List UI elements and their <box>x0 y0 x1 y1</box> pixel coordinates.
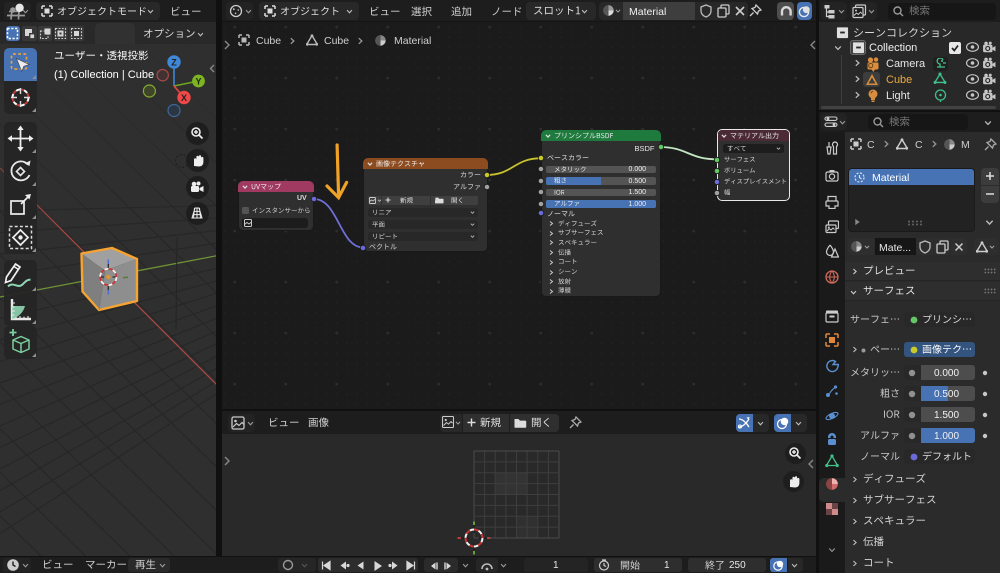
svg-text:Z: Z <box>171 58 177 68</box>
svg-text:Y: Y <box>195 77 201 87</box>
svg-text:X: X <box>181 93 187 103</box>
